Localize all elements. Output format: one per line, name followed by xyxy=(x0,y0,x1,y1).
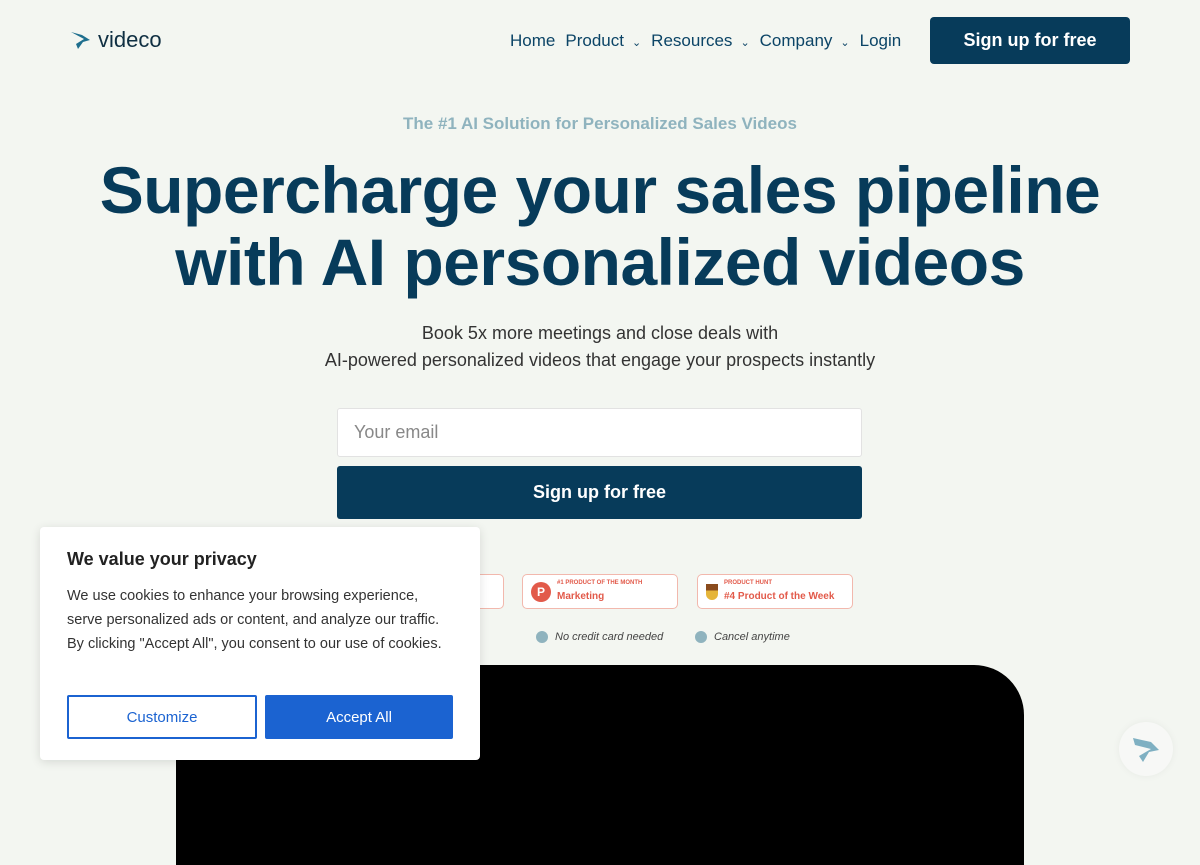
check-cancel: Cancel anytime xyxy=(695,631,790,643)
check-label: Cancel anytime xyxy=(714,631,790,643)
title-line-2: with AI personalized videos xyxy=(175,225,1025,299)
chevron-down-icon: ⌄ xyxy=(840,37,850,49)
check-label: No credit card needed xyxy=(555,631,664,643)
videco-logo-icon xyxy=(71,32,90,49)
nav-home[interactable]: Home xyxy=(510,31,555,51)
check-icon xyxy=(695,631,707,643)
badge-product-week[interactable]: PRODUCT HUNT #4 Product of the Week xyxy=(697,574,853,609)
subtitle-line-2: AI-powered personalized videos that enga… xyxy=(324,350,876,370)
page-title: Supercharge your sales pipeline with AI p… xyxy=(0,154,1200,298)
nav-resources[interactable]: Resources ⌄ xyxy=(651,31,749,51)
badge-label: Marketing xyxy=(557,590,605,602)
customize-button[interactable]: Customize xyxy=(67,695,257,739)
tagline: The #1 AI Solution for Personalized Sale… xyxy=(403,114,797,133)
product-hunt-icon: P xyxy=(531,581,551,602)
check-no-card: No credit card needed xyxy=(536,631,663,643)
nav-company[interactable]: Company ⌄ xyxy=(760,31,850,51)
nav-login[interactable]: Login xyxy=(860,31,902,51)
cookie-title: We value your privacy xyxy=(67,549,257,569)
nav-product-label: Product xyxy=(565,31,624,50)
nav-signup-button[interactable]: Sign up for free xyxy=(930,17,1130,64)
nav-company-label: Company xyxy=(759,31,833,50)
medal-icon xyxy=(706,583,718,600)
badge-kicker: #1 PRODUCT OF THE MONTH xyxy=(557,579,643,586)
chat-widget-button[interactable] xyxy=(1119,722,1173,776)
title-line-1: Supercharge your sales pipeline xyxy=(99,153,1101,227)
subtitle-line-1: Book 5x more meetings and close deals wi… xyxy=(421,323,779,343)
subtitle: Book 5x more meetings and close deals wi… xyxy=(0,320,1200,374)
nav-product[interactable]: Product ⌄ xyxy=(565,31,641,51)
cookie-body: We use cookies to enhance your browsing … xyxy=(67,588,442,652)
accept-all-button[interactable]: Accept All xyxy=(265,695,453,739)
badge-label: #4 Product of the Week xyxy=(724,590,835,602)
nav-resources-label: Resources xyxy=(651,31,733,50)
badge-kicker: PRODUCT HUNT xyxy=(724,579,772,586)
chevron-down-icon: ⌄ xyxy=(740,37,750,49)
brand-name: videco xyxy=(98,27,162,52)
cookie-banner: We value your privacy We use cookies to … xyxy=(40,527,480,760)
signup-button[interactable]: Sign up for free xyxy=(337,466,862,519)
main-menu: Home Product ⌄ Resources ⌄ Company ⌄ Login xyxy=(510,31,901,51)
badge-product-month[interactable]: P #1 PRODUCT OF THE MONTH Marketing xyxy=(522,574,678,609)
logo[interactable]: videco xyxy=(70,27,162,53)
videco-logo-icon xyxy=(1133,738,1159,762)
email-input[interactable] xyxy=(337,408,862,457)
chevron-down-icon: ⌄ xyxy=(631,37,642,49)
top-nav: videco Home Product ⌄ Resources ⌄ Company ⌄… xyxy=(0,17,1200,64)
check-icon xyxy=(536,631,548,643)
